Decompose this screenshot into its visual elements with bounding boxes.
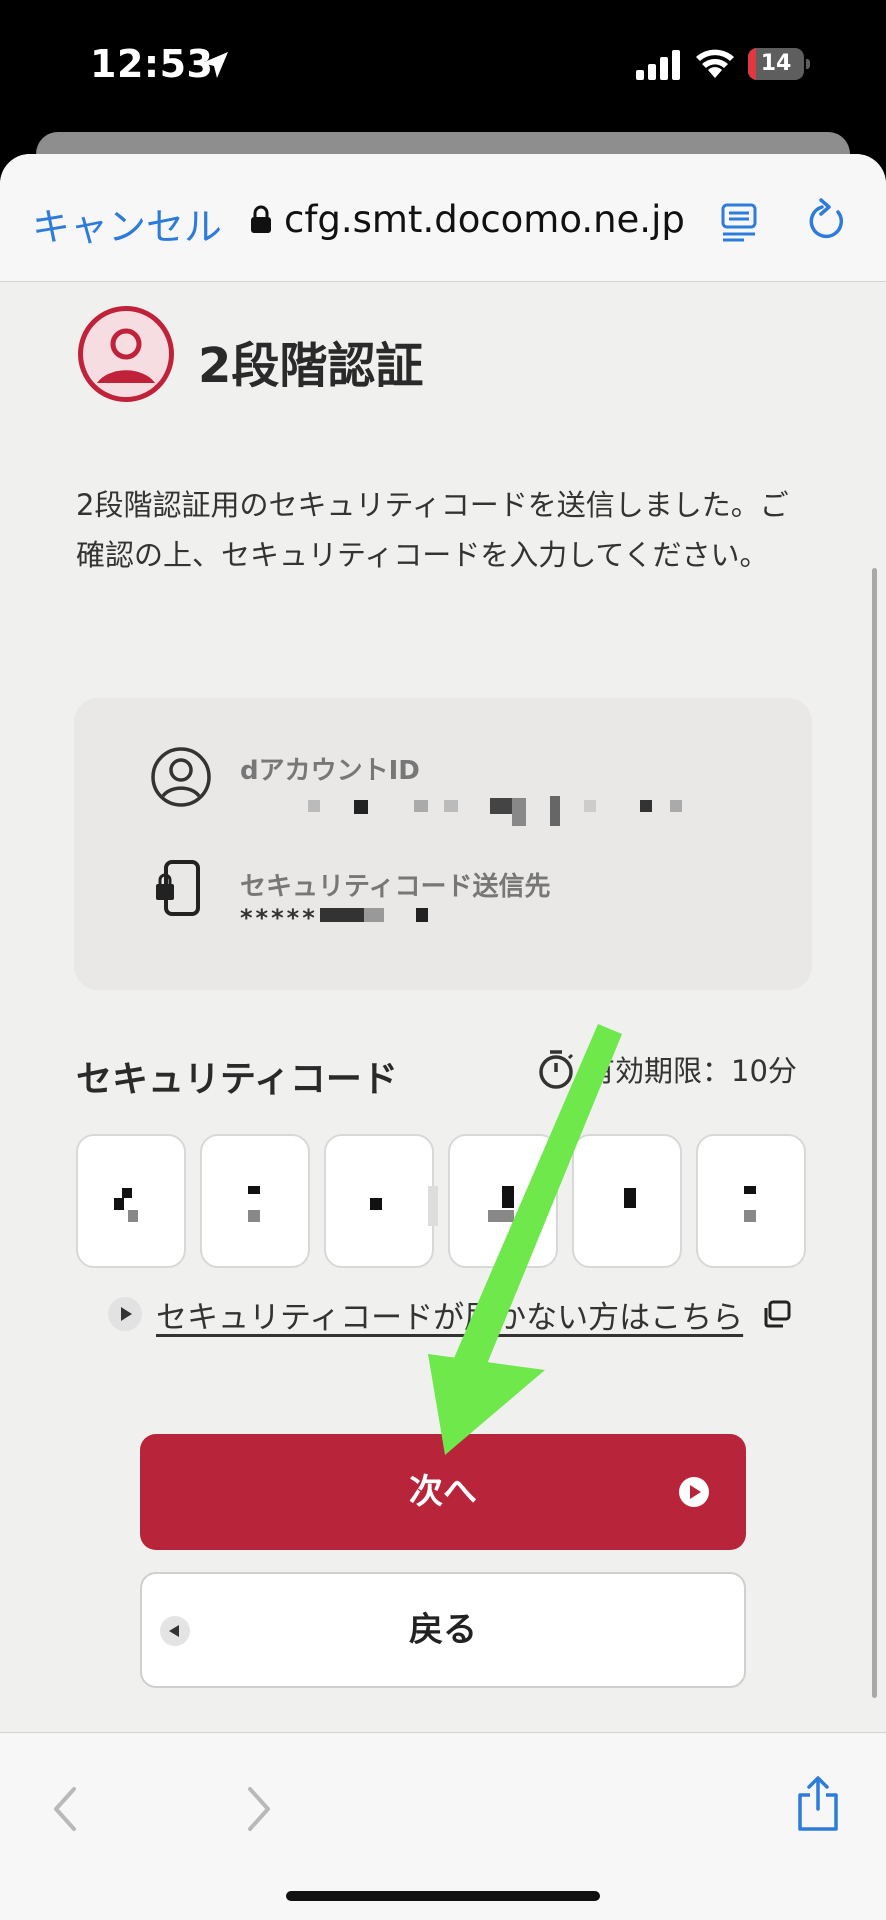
status-time: 12:53 bbox=[90, 42, 214, 86]
wifi-icon bbox=[696, 49, 734, 78]
reload-icon[interactable] bbox=[808, 198, 848, 242]
share-icon[interactable] bbox=[794, 1775, 842, 1833]
next-button-label: 次へ bbox=[409, 1472, 477, 1512]
chevron-right-icon[interactable] bbox=[244, 1785, 274, 1833]
scrollbar[interactable] bbox=[872, 568, 877, 1698]
code-digit-4[interactable] bbox=[448, 1134, 558, 1268]
browser-sheet: キャンセル cfg.smt.docomo.ne.jp 2段階認証 2段階認証用の… bbox=[0, 154, 886, 1920]
help-link-row[interactable]: セキュリティコードが届かない方はこちら bbox=[108, 1292, 791, 1336]
stopwatch-icon bbox=[539, 1050, 574, 1089]
status-bar: 12:53 14 bbox=[0, 0, 886, 130]
smartphone-lock-icon bbox=[156, 860, 200, 916]
code-digit-3[interactable] bbox=[324, 1134, 438, 1268]
external-window-icon bbox=[764, 1300, 791, 1328]
url-text: cfg.smt.docomo.ne.jp bbox=[284, 197, 685, 241]
expire-text: 有効期限：10分 bbox=[586, 1054, 797, 1088]
browser-toolbar bbox=[0, 1732, 886, 1920]
location-arrow-icon bbox=[202, 52, 228, 78]
account-info-card: dアカウントID セキュリティコード送信先 ***** bbox=[74, 698, 812, 990]
back-button-label: 戻る bbox=[409, 1610, 477, 1650]
code-not-received-link[interactable]: セキュリティコードが届かない方はこちら bbox=[156, 1292, 743, 1337]
address-bar[interactable]: cfg.smt.docomo.ne.jp bbox=[250, 196, 685, 242]
battery-indicator: 14 bbox=[748, 48, 810, 80]
security-code-label: セキュリティコード bbox=[76, 1059, 398, 1100]
account-id-label: dアカウントID bbox=[240, 756, 420, 786]
user-circle-icon bbox=[151, 747, 211, 807]
next-button[interactable]: 次へ bbox=[140, 1434, 746, 1550]
home-indicator bbox=[286, 1891, 600, 1901]
send-to-label: セキュリティコード送信先 bbox=[240, 872, 551, 902]
send-to-value: ***** bbox=[240, 904, 318, 932]
security-code-inputs bbox=[76, 1134, 810, 1268]
page-title: 2段階認証 bbox=[198, 338, 424, 394]
browser-nav-bar: キャンセル cfg.smt.docomo.ne.jp bbox=[0, 154, 886, 282]
play-circle-icon bbox=[679, 1477, 709, 1507]
user-avatar-icon bbox=[78, 306, 174, 402]
reader-mode-icon[interactable] bbox=[720, 202, 758, 242]
lock-icon bbox=[251, 205, 271, 233]
code-digit-1[interactable] bbox=[76, 1134, 186, 1268]
code-digit-2[interactable] bbox=[200, 1134, 310, 1268]
page-description: 2段階認証用のセキュリティコードを送信しました。ご確認の上、セキュリティコードを… bbox=[76, 488, 789, 572]
chevron-left-icon[interactable] bbox=[50, 1785, 80, 1833]
expire-info: 有効期限：10分 bbox=[536, 1048, 797, 1090]
code-digit-6[interactable] bbox=[696, 1134, 806, 1268]
cancel-button[interactable]: キャンセル bbox=[32, 196, 222, 251]
cellular-signal-icon bbox=[636, 50, 680, 80]
back-button[interactable]: 戻る bbox=[140, 1572, 746, 1688]
code-digit-5[interactable] bbox=[572, 1134, 682, 1268]
page-content: 2段階認証 2段階認証用のセキュリティコードを送信しました。ご確認の上、セキュリ… bbox=[0, 282, 886, 1886]
battery-percent: 14 bbox=[760, 51, 792, 76]
play-bullet-icon bbox=[108, 1297, 142, 1331]
